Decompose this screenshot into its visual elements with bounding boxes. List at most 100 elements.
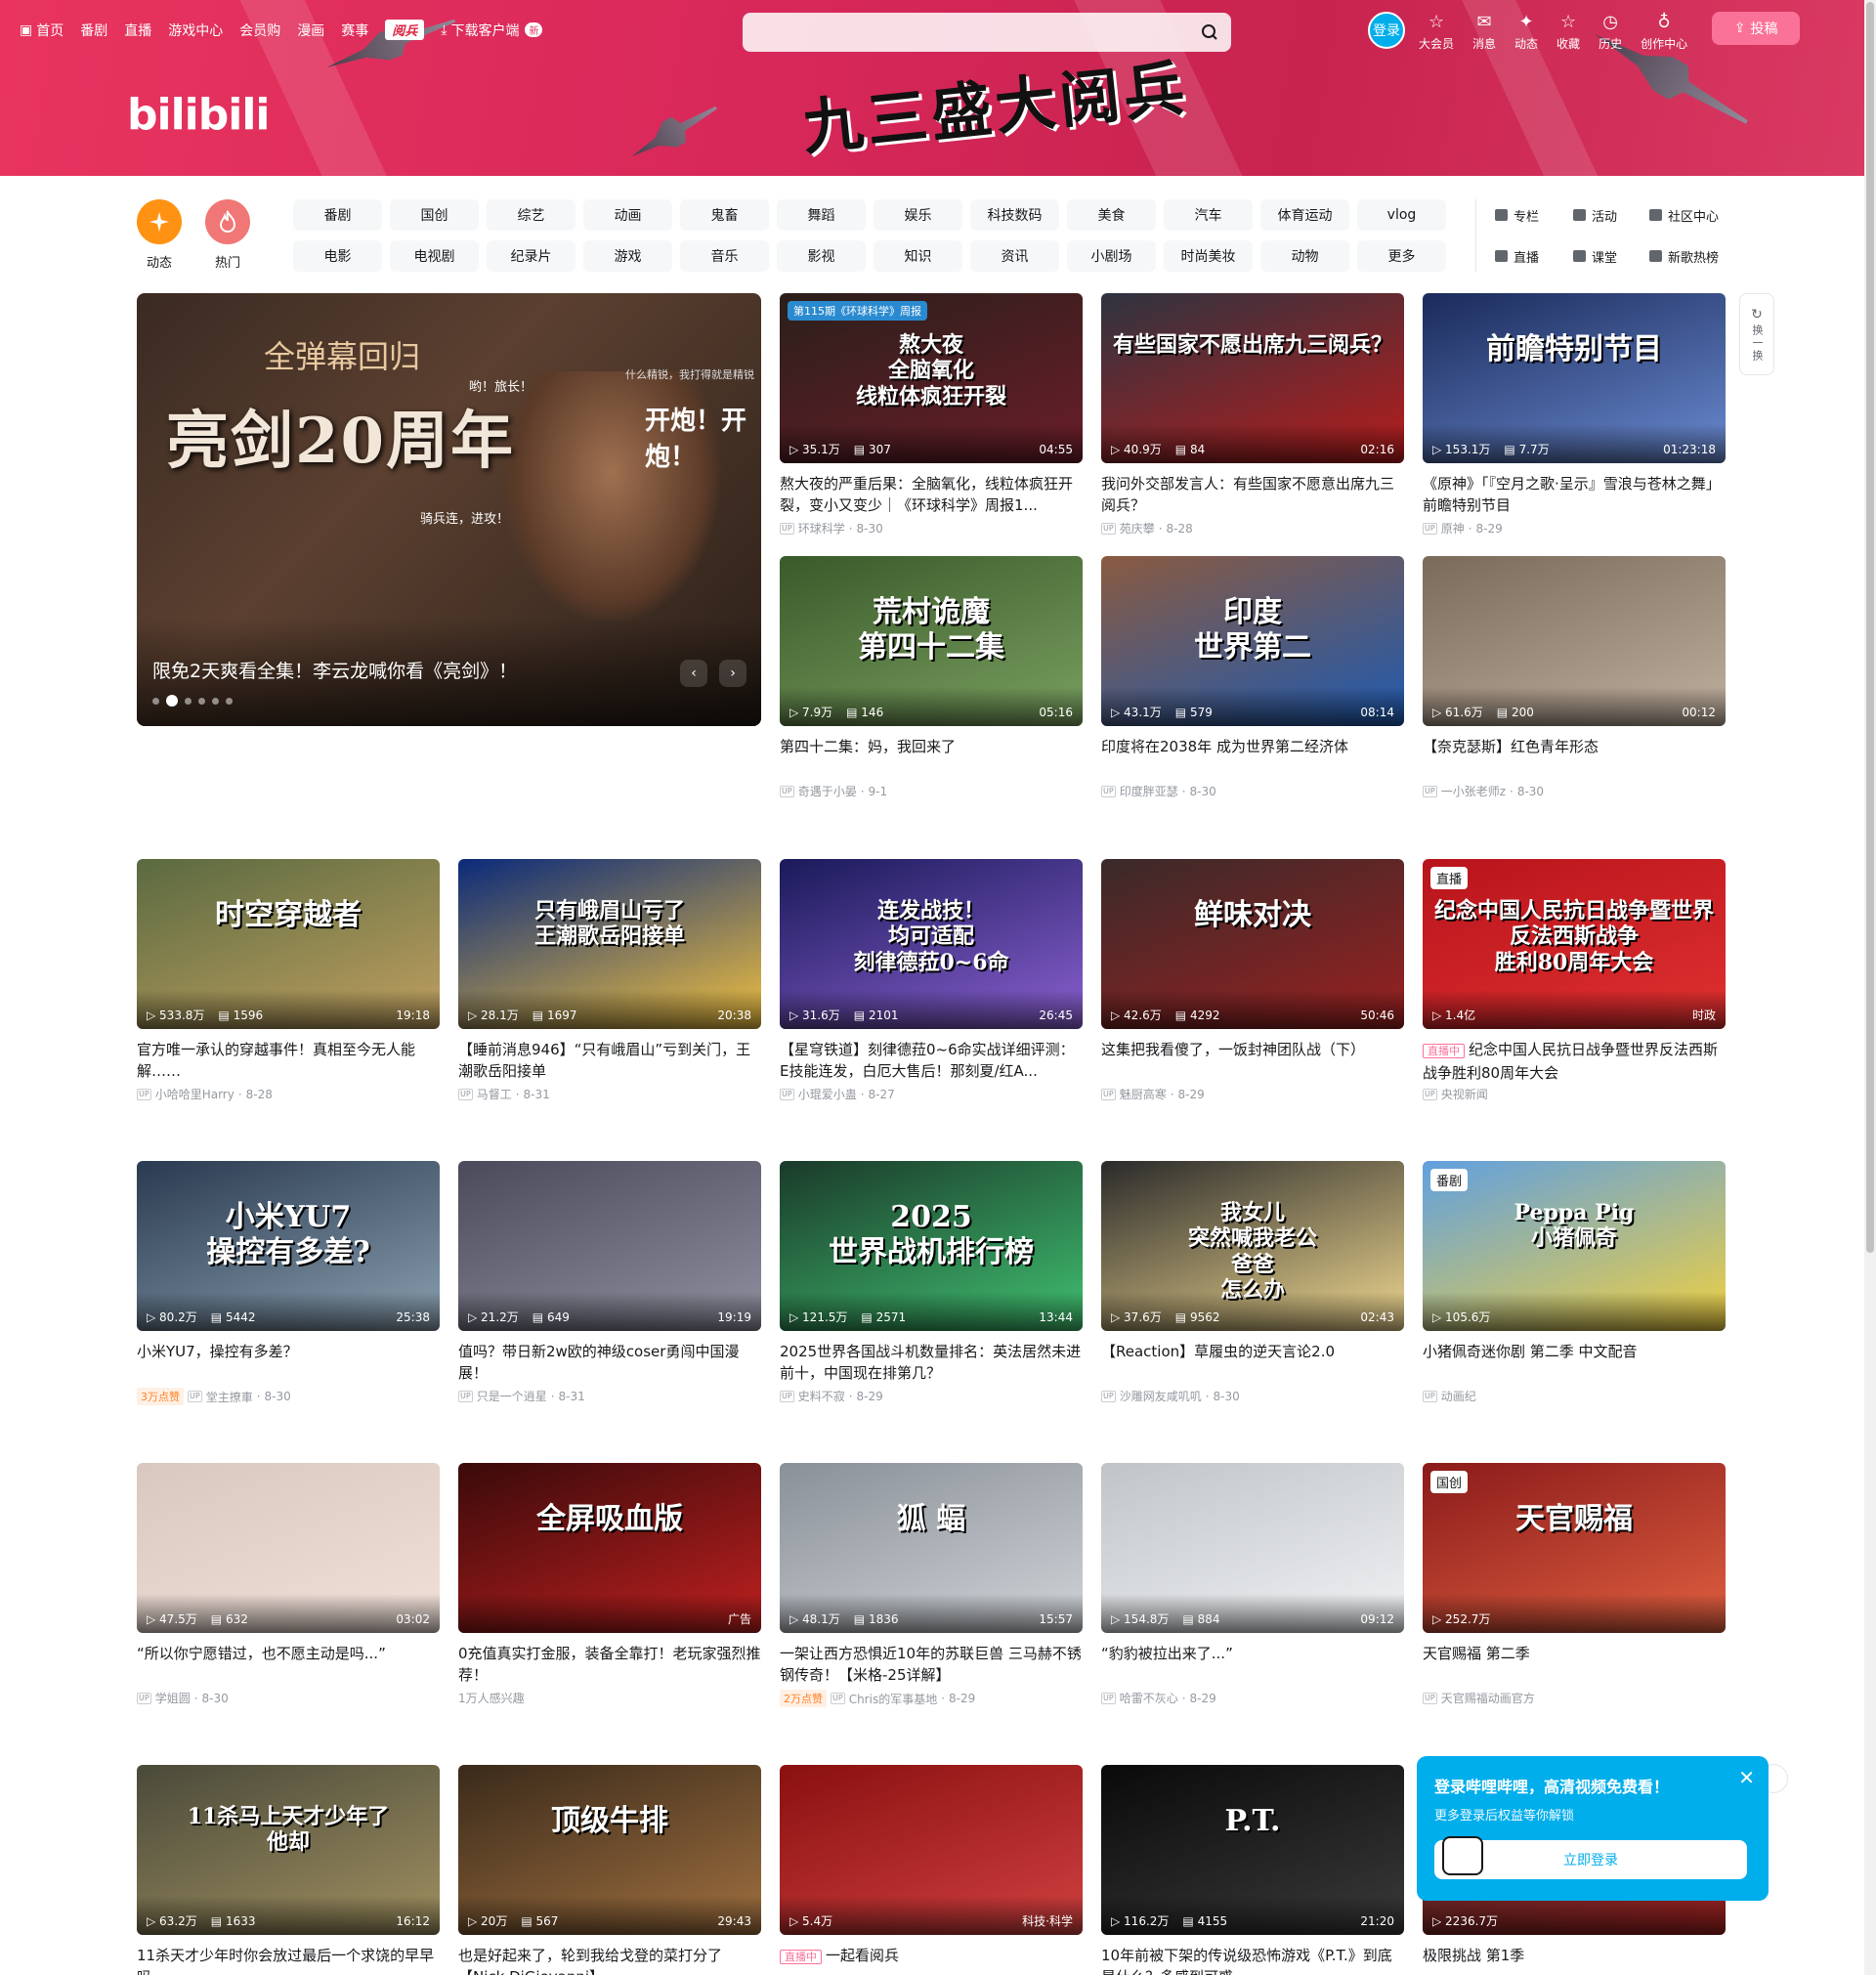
video-thumbnail[interactable]: 荒村诡魔 第四十二集 ▷ 7.9万 ▤ 146 05:16 — [780, 556, 1083, 726]
video-title[interactable]: “所以你宁愿错过，也不愿主动是吗...” — [137, 1643, 440, 1686]
carousel-dot[interactable] — [212, 697, 219, 705]
video-card[interactable]: 鲜味对决 ▷ 42.6万 ▤ 4292 50:46 这集把我看傻了，一饭封神团队战（下）… — [1101, 859, 1404, 1102]
video-card[interactable]: ▷ 154.8万 ▤ 884 09:12 “豹豹被拉出来了...” UP 哈雷不灰心 · 8-… — [1101, 1463, 1404, 1706]
author-name[interactable]: 魅厨高寒 — [1120, 1086, 1167, 1102]
video-thumbnail[interactable]: 纪念中国人民抗日战争暨世界反法西斯战争 胜利80周年大会 直播 ▷ 1.4亿 时政 — [1423, 859, 1726, 1029]
author-name[interactable]: 一小张老师z — [1441, 783, 1506, 799]
carousel-dot-active[interactable] — [166, 695, 178, 707]
video-card[interactable]: 2025 世界战机排行榜 ▷ 121.5万 ▤ 2571 13:44 2025世界各国战… — [780, 1161, 1083, 1404]
video-thumbnail[interactable]: 印度 世界第二 ▷ 43.1万 ▤ 579 08:14 — [1101, 556, 1404, 726]
video-title[interactable]: 10年前被下架的传说级恐怖游戏《P.T.》到底是什么？多感到可惑 — [1101, 1945, 1404, 1975]
video-thumbnail[interactable]: 狐 蝠 ▷ 48.1万 ▤ 1836 15:57 — [780, 1463, 1083, 1633]
author-name[interactable]: 奇遇于小晏 — [798, 783, 857, 799]
channel-chip[interactable]: 电影 — [293, 240, 382, 272]
author-name[interactable]: 原神 — [1441, 520, 1465, 537]
carousel-dot[interactable] — [226, 697, 233, 705]
video-card[interactable]: ▷ 47.5万 ▤ 632 03:02 “所以你宁愿错过，也不愿主动是吗...” UP 学… — [137, 1463, 440, 1706]
author-name[interactable]: 小琨爱小蛊 — [798, 1086, 857, 1102]
video-title[interactable]: 0充值真实打金服，装备全靠打！老玩家强烈推荐！ — [458, 1643, 761, 1686]
video-thumbnail[interactable]: 只有峨眉山亏了 王潮歌岳阳接单 ▷ 28.1万 ▤ 1697 20:38 — [458, 859, 761, 1029]
video-thumbnail[interactable]: 熬大夜 全脑氧化 线粒体疯狂开裂 第115期《环球科学》周报 ▷ 35.1万 ▤ 30… — [780, 293, 1083, 463]
author-name[interactable]: 印度胖亚瑟 — [1120, 783, 1178, 799]
author-name[interactable]: Chris的军事基地 — [849, 1691, 938, 1707]
search-bar[interactable] — [743, 13, 1231, 52]
nav-item[interactable]: 赛事 — [341, 21, 368, 40]
video-thumbnail[interactable]: 我女儿 突然喊我老公 爸爸 怎么办 ▷ 37.6万 ▤ 9562 02:43 — [1101, 1161, 1404, 1331]
video-thumbnail[interactable]: ▷ 5.4万 科技·科学 — [780, 1765, 1083, 1935]
channel-extra-item[interactable]: 新歌热榜 — [1649, 240, 1747, 272]
video-card[interactable]: 我女儿 突然喊我老公 爸爸 怎么办 ▷ 37.6万 ▤ 9562 02:43 【Reac… — [1101, 1161, 1404, 1404]
video-title[interactable]: 直播中 一起看阅兵 — [780, 1945, 1083, 1975]
video-card[interactable]: ▷ 5.4万 科技·科学直播中 一起看阅兵 — [780, 1765, 1083, 1975]
video-title[interactable]: 熬大夜的严重后果：全脑氧化，线粒体疯狂开裂，变小又变少｜《环球科学》周报1... — [780, 473, 1083, 516]
carousel-prev-button[interactable]: ‹ — [680, 660, 707, 687]
right-nav-item[interactable]: ♁ 创作中心 — [1641, 12, 1687, 52]
right-nav-item[interactable]: ☆ 大会员 — [1419, 12, 1454, 52]
video-thumbnail[interactable]: 鲜味对决 ▷ 42.6万 ▤ 4292 50:46 — [1101, 859, 1404, 1029]
video-thumbnail[interactable]: 天官赐福 国创 ▷ 252.7万 — [1423, 1463, 1726, 1633]
event-flag[interactable]: 阅兵 — [385, 20, 425, 40]
author-name[interactable]: 1万人感兴趣 — [458, 1690, 525, 1706]
author-name[interactable]: 苑庆攀 — [1120, 520, 1155, 537]
channel-chip[interactable]: 国创 — [390, 199, 479, 231]
channel-chip[interactable]: 资讯 — [970, 240, 1059, 272]
video-card[interactable]: 荒村诡魔 第四十二集 ▷ 7.9万 ▤ 146 05:16 第四十二集：妈，我回来了 UP… — [780, 556, 1083, 799]
channel-chip[interactable]: 时尚美妆 — [1164, 240, 1253, 272]
bilibili-logo[interactable]: bilibili — [127, 90, 270, 140]
right-nav-item[interactable]: ✦ 动态 — [1514, 12, 1538, 52]
channel-extra-item[interactable]: 专栏 — [1495, 199, 1573, 231]
download-client[interactable]: ⤓ 下载客户端新 — [441, 21, 543, 40]
video-title[interactable]: 我问外交部发言人：有些国家不愿意出席九三阅兵？ — [1101, 473, 1404, 516]
nav-item[interactable]: ▣ 首页 — [20, 21, 64, 40]
video-thumbnail[interactable]: 连发战技！ 均可适配 刻律德菈0~6命 ▷ 31.6万 ▤ 2101 26:45 — [780, 859, 1083, 1029]
channel-chip[interactable]: 音乐 — [680, 240, 769, 272]
video-card[interactable]: 连发战技！ 均可适配 刻律德菈0~6命 ▷ 31.6万 ▤ 2101 26:45 【星穹… — [780, 859, 1083, 1102]
video-thumbnail[interactable]: 顶级牛排 ▷ 20万 ▤ 567 29:43 — [458, 1765, 761, 1935]
video-card[interactable]: 11杀马上天才少年了 他却 ▷ 63.2万 ▤ 1633 16:12 11杀天才少年时你… — [137, 1765, 440, 1975]
channel-hot[interactable]: 热门 — [205, 199, 250, 271]
video-title[interactable]: 极限挑战 第1季 — [1423, 1945, 1726, 1975]
video-card[interactable]: 前瞻特别节目 ▷ 153.1万 ▤ 7.7万 01:23:18 《原神》「『空月之歌·呈… — [1423, 293, 1726, 537]
right-nav-item[interactable]: ◷ 历史 — [1599, 12, 1622, 52]
close-icon[interactable]: ✕ — [1738, 1766, 1755, 1789]
video-card[interactable]: ▷ 21.2万 ▤ 649 19:19 值吗？带日新2w欧的神级coser勇闯中国漫展… — [458, 1161, 761, 1404]
author-name[interactable]: 马督工 — [477, 1086, 512, 1102]
video-title[interactable]: 小猪佩奇迷你剧 第二季 中文配音 — [1423, 1341, 1726, 1384]
video-card[interactable]: 熬大夜 全脑氧化 线粒体疯狂开裂 第115期《环球科学》周报 ▷ 35.1万 ▤ 30… — [780, 293, 1083, 537]
author-name[interactable]: 央视新闻 — [1441, 1086, 1488, 1102]
channel-chip[interactable]: 汽车 — [1164, 199, 1253, 231]
video-thumbnail[interactable]: ▷ 21.2万 ▤ 649 19:19 — [458, 1161, 761, 1331]
upload-button[interactable]: ⇪ 投稿 — [1712, 12, 1801, 45]
channel-chip[interactable]: 更多 — [1357, 240, 1446, 272]
video-title[interactable]: 一架让西方恐惧近10年的苏联巨兽 三马赫不锈钢传奇！【米格-25详解】 — [780, 1643, 1083, 1686]
hero-carousel[interactable]: 全弹幕回归 亮剑20周年 哟！旅长！ 什么精锐，我打得就是精锐 开炮！开炮！ 骑… — [137, 293, 761, 726]
search-input[interactable] — [743, 13, 1192, 52]
nav-item[interactable]: 游戏中心 — [168, 21, 223, 40]
right-nav-item[interactable]: ✉ 消息 — [1472, 12, 1496, 52]
channel-chip[interactable]: 纪录片 — [487, 240, 576, 272]
carousel-dot[interactable] — [152, 697, 159, 705]
channel-chip[interactable]: 动画 — [583, 199, 672, 231]
video-thumbnail[interactable]: 2025 世界战机排行榜 ▷ 121.5万 ▤ 2571 13:44 — [780, 1161, 1083, 1331]
channel-chip[interactable]: 科技数码 — [970, 199, 1059, 231]
carousel-next-button[interactable]: › — [719, 660, 746, 687]
carousel-caption[interactable]: 限免2天爽看全集！李云龙喊你看《亮剑》！ — [152, 657, 517, 683]
channel-chip[interactable]: 知识 — [874, 240, 962, 272]
video-thumbnail[interactable]: 小米YU7 操控有多差? ▷ 80.2万 ▤ 5442 25:38 — [137, 1161, 440, 1331]
author-name[interactable]: 只是一个逍星 — [477, 1388, 547, 1404]
video-title[interactable]: 官方唯一承认的穿越事件！真相至今无人能解…… — [137, 1039, 440, 1082]
video-thumbnail[interactable]: ▷ 154.8万 ▤ 884 09:12 — [1101, 1463, 1404, 1633]
author-name[interactable]: 天官赐福动画官方 — [1441, 1690, 1535, 1706]
video-title[interactable]: 《原神》「『空月之歌·呈示』雪浪与苍林之舞」前瞻特别节目 — [1423, 473, 1726, 516]
channel-extra-item[interactable]: 课堂 — [1573, 240, 1649, 272]
video-card[interactable]: 只有峨眉山亏了 王潮歌岳阳接单 ▷ 28.1万 ▤ 1697 20:38 【睡前消息94… — [458, 859, 761, 1102]
video-thumbnail[interactable]: P.T. ▷ 116.2万 ▤ 4155 21:20 — [1101, 1765, 1404, 1935]
search-button[interactable] — [1192, 17, 1227, 48]
video-thumbnail[interactable]: 时空穿越者 ▷ 533.8万 ▤ 1596 19:18 — [137, 859, 440, 1029]
video-thumbnail[interactable]: 前瞻特别节目 ▷ 153.1万 ▤ 7.7万 01:23:18 — [1423, 293, 1726, 463]
video-title[interactable]: 11杀天才少年时你会放过最后一个求饶的早早吗 — [137, 1945, 440, 1975]
scrollbar[interactable] — [1864, 0, 1876, 1975]
scrollbar-thumb[interactable] — [1866, 2, 1874, 1253]
channel-chip[interactable]: 影视 — [777, 240, 866, 272]
channel-chip[interactable]: 番剧 — [293, 199, 382, 231]
